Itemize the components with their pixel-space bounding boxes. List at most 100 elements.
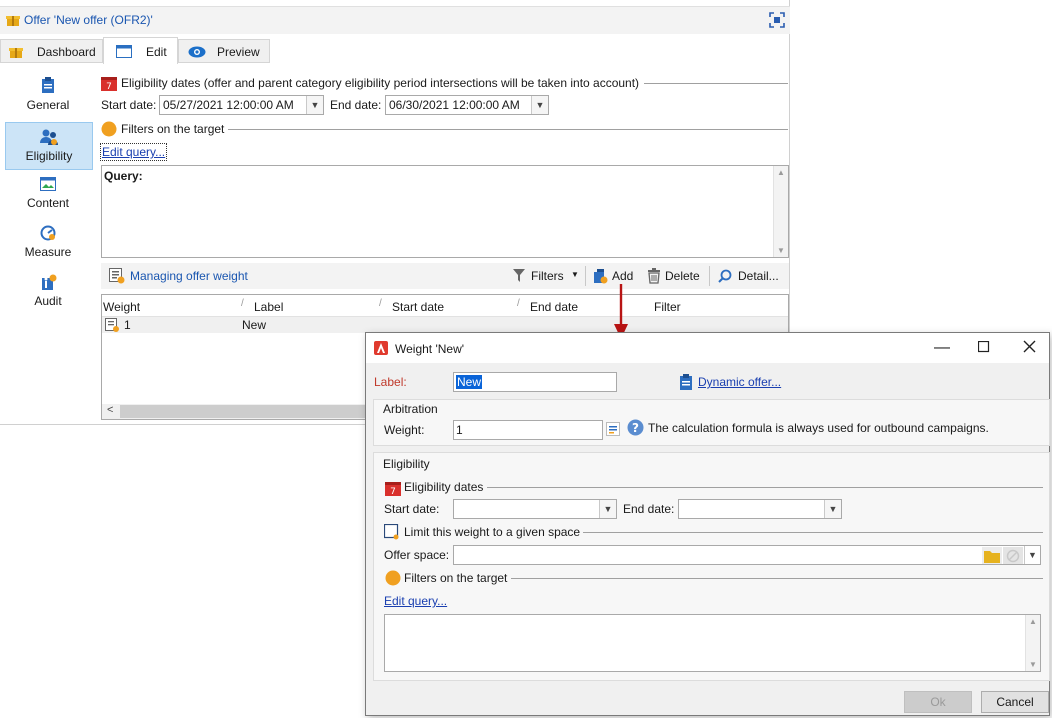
column-header-end-date[interactable]: End date [530, 300, 578, 314]
label-input[interactable]: New [453, 372, 617, 392]
limit-space-checkbox[interactable] [383, 523, 400, 543]
filters-section-title: Filters on the target [121, 122, 225, 136]
offer-space-label: Offer space: [384, 548, 450, 562]
picture-icon [40, 177, 56, 194]
arbitration-title: Arbitration [383, 402, 438, 416]
dashboard-icon [9, 45, 23, 62]
sidebar-item-measure[interactable]: Measure [5, 221, 93, 267]
toolbar-divider [585, 266, 586, 286]
column-header-start-date[interactable]: Start date [392, 300, 444, 314]
sidebar-item-label: Content [26, 196, 70, 210]
start-date-label: Start date: [101, 98, 157, 112]
detail-label: Detail... [738, 269, 779, 283]
folder-icon[interactable] [982, 547, 1002, 564]
weight-value: 1 [456, 423, 463, 437]
table-row[interactable]: 1 New [102, 317, 788, 333]
column-sort-mark: / [379, 298, 382, 309]
chevron-down-icon[interactable]: ▼ [306, 96, 323, 114]
close-icon[interactable] [1023, 340, 1036, 356]
sidebar-item-eligibility[interactable]: Eligibility [5, 122, 93, 170]
gauge-icon [40, 225, 56, 244]
filters-button[interactable]: Filters ▼ [509, 265, 581, 287]
column-header-filter[interactable]: Filter [654, 300, 681, 314]
detail-button[interactable]: Detail... [713, 265, 785, 287]
chevron-down-icon[interactable]: ▼ [824, 500, 841, 518]
cell-label: New [242, 318, 267, 332]
clear-icon[interactable] [1003, 547, 1023, 564]
label-value: New [456, 375, 483, 389]
start-date-label: Start date: [384, 502, 440, 516]
eligibility-group-title: Eligibility [383, 457, 430, 471]
add-label: Add [612, 269, 634, 283]
column-header-label[interactable]: Label [254, 300, 283, 314]
label-caption: Label: [374, 375, 407, 389]
sidebar-item-label: Measure [24, 245, 72, 259]
edit-window-icon [116, 45, 132, 61]
separator [511, 578, 1043, 579]
ok-label: Ok [930, 695, 946, 709]
query-scrollbar[interactable]: ▲ ▼ [1025, 615, 1040, 671]
weight-input[interactable]: 1 [453, 420, 603, 440]
separator [644, 83, 788, 84]
end-date-field[interactable]: 06/30/2021 12:00:00 AM ▼ [385, 95, 549, 115]
cell-weight: 1 [124, 318, 131, 332]
sidebar-item-audit[interactable]: Audit [5, 270, 93, 316]
minimize-icon[interactable]: — [934, 339, 950, 357]
chevron-down-icon[interactable]: ▼ [531, 96, 548, 114]
eye-icon [188, 46, 206, 61]
calendar-icon: 7 [101, 75, 117, 94]
chevron-down-icon[interactable]: ▼ [1024, 546, 1040, 564]
audit-icon [41, 274, 57, 294]
formula-icon[interactable] [606, 422, 620, 439]
query-scrollbar[interactable]: ▲ ▼ [773, 166, 788, 257]
ok-button[interactable]: Ok [904, 691, 972, 713]
cancel-label: Cancel [996, 695, 1034, 709]
delete-button[interactable]: Delete [644, 265, 706, 287]
chevron-down-icon[interactable]: ▼ [599, 500, 616, 518]
tab-preview[interactable]: Preview [178, 39, 270, 63]
query-label: Query: [104, 169, 143, 183]
sidebar-item-general[interactable]: General [5, 74, 93, 120]
separator [583, 532, 1043, 533]
end-date-label: End date: [330, 98, 382, 112]
sidebar: General Eligibility Content Measure Audi… [0, 66, 96, 421]
limit-space-label: Limit this weight to a given space [404, 525, 581, 539]
dynamic-offer-link[interactable]: Dynamic offer... [698, 375, 781, 389]
filter-target-icon [101, 121, 117, 140]
gift-icon [6, 13, 20, 30]
eligibility-users-icon [40, 128, 58, 149]
offer-space-field[interactable]: ▼ [453, 545, 1041, 565]
tab-label: Edit [146, 45, 167, 59]
filter-target-icon [385, 570, 401, 589]
end-date-value: 06/30/2021 12:00:00 AM [389, 98, 520, 112]
filters-label: Filters [531, 269, 564, 283]
help-text: The calculation formula is always used f… [648, 421, 989, 435]
svg-text:7: 7 [390, 487, 396, 496]
scroll-down-icon: ▼ [1029, 660, 1037, 669]
column-sort-mark: / [241, 298, 244, 309]
tab-dashboard[interactable]: Dashboard [0, 39, 103, 63]
edit-query-link[interactable]: Edit query... [100, 143, 168, 161]
cancel-button[interactable]: Cancel [981, 691, 1049, 713]
query-box[interactable]: ▲ ▼ [384, 614, 1041, 672]
separator [487, 487, 1043, 488]
weight-dialog: Weight 'New' — Label: New Dynamic offer.… [365, 332, 1050, 716]
tab-edit[interactable]: Edit [103, 37, 178, 64]
funnel-icon [513, 269, 525, 286]
help-icon: ? [627, 419, 644, 439]
edit-query-link[interactable]: Edit query... [384, 594, 447, 608]
tab-strip: Dashboard Edit Preview [0, 37, 790, 64]
eligibility-group: Eligibility 7 Eligibility dates Start da… [373, 452, 1050, 681]
start-date-field[interactable]: ▼ [453, 499, 617, 519]
end-date-field[interactable]: ▼ [678, 499, 842, 519]
maximize-window-icon[interactable] [977, 340, 990, 356]
scroll-up-icon: ▲ [1029, 617, 1037, 626]
adobe-logo-icon [374, 341, 388, 358]
maximize-icon[interactable] [769, 12, 785, 31]
sidebar-item-content[interactable]: Content [5, 172, 93, 218]
column-header-weight[interactable]: Weight [103, 300, 140, 314]
arbitration-group: Arbitration Weight: 1 ? The calculation … [373, 399, 1050, 446]
query-box[interactable]: Query: ▲ ▼ [101, 165, 789, 258]
start-date-field[interactable]: 05/27/2021 12:00:00 AM ▼ [159, 95, 324, 115]
row-icon [105, 318, 120, 336]
